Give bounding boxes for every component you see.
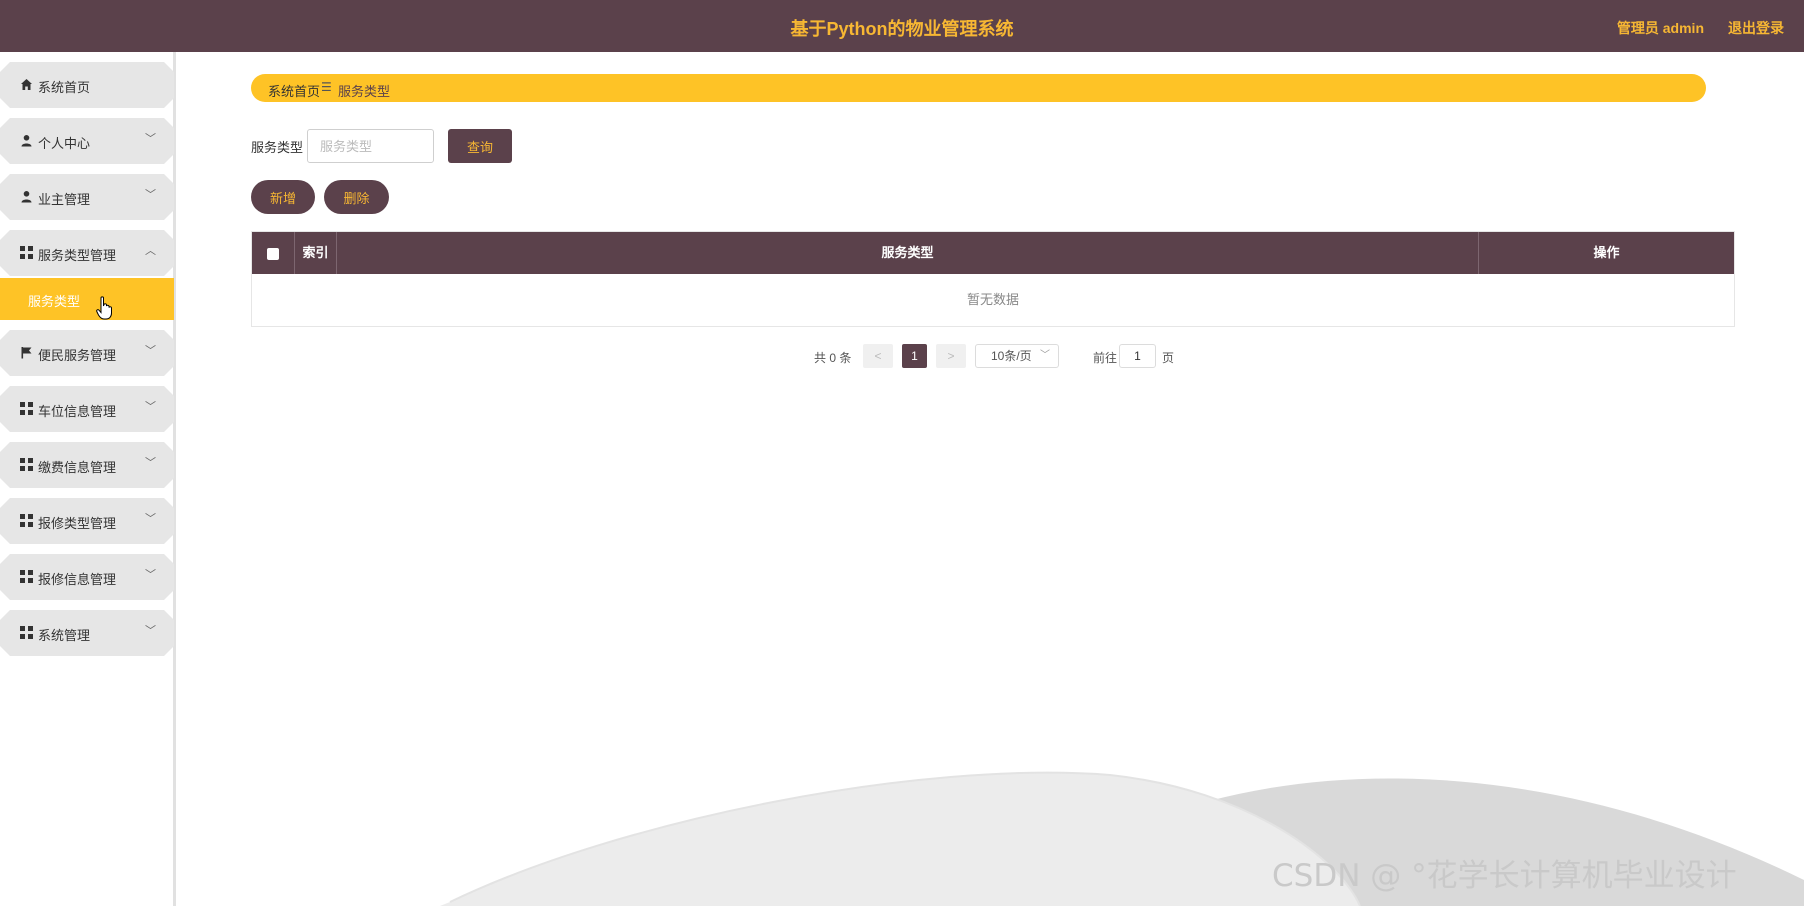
sidebar-item-label: 服务类型管理 bbox=[38, 248, 117, 263]
add-button[interactable]: 新增 bbox=[251, 180, 315, 214]
delete-button[interactable]: 删除 bbox=[324, 180, 389, 214]
sidebar-item-repair-type-management[interactable]: 报修类型管理 ﹀ bbox=[0, 498, 174, 544]
sidebar-item-label: 报修类型管理 bbox=[38, 516, 117, 531]
chevron-down-icon: ﹀ bbox=[1040, 350, 1050, 361]
sidebar-item-payment-management[interactable]: 缴费信息管理 ﹀ bbox=[0, 442, 174, 488]
sidebar-item-label: 系统首页 bbox=[38, 80, 91, 95]
sidebar-item-parking-management[interactable]: 车位信息管理 ﹀ bbox=[0, 386, 174, 432]
sidebar-item-label: 报修信息管理 bbox=[38, 572, 117, 587]
person-icon bbox=[21, 135, 32, 147]
pagination-page-button[interactable]: 1 bbox=[902, 344, 927, 368]
sidebar-item-label: 缴费信息管理 bbox=[38, 460, 117, 475]
breadcrumb-separator-icon: ☰ bbox=[321, 80, 332, 94]
table-empty-text: 暂无数据 bbox=[966, 292, 1019, 307]
grid-icon bbox=[20, 626, 33, 639]
sidebar-item-label: 系统管理 bbox=[38, 628, 91, 643]
page-size-select[interactable]: 10条/页 ﹀ bbox=[975, 344, 1059, 368]
chevron-down-icon: ﹀ bbox=[145, 189, 156, 201]
sidebar-item-home[interactable]: 系统首页 bbox=[0, 62, 174, 108]
chevron-down-icon: ﹀ bbox=[145, 457, 156, 469]
grid-icon bbox=[20, 458, 33, 471]
person-icon bbox=[21, 191, 32, 203]
sidebar-item-system-management[interactable]: 系统管理 ﹀ bbox=[0, 610, 174, 656]
breadcrumb-current: 服务类型 bbox=[338, 84, 391, 99]
chevron-down-icon: ﹀ bbox=[145, 625, 156, 637]
app-title: 基于Python的物业管理系统 bbox=[790, 19, 1014, 39]
pagination-page-unit: 页 bbox=[1162, 351, 1175, 365]
current-user: 管理员 admin bbox=[1616, 20, 1704, 36]
grid-icon bbox=[20, 402, 33, 415]
data-table: 索引 服务类型 操作 暂无数据 bbox=[251, 231, 1735, 327]
pagination-goto-label: 前往 bbox=[1093, 351, 1118, 365]
table-header: 索引 服务类型 操作 bbox=[252, 232, 1734, 274]
pagination-total: 共 0 条 bbox=[814, 351, 852, 365]
pagination-jump-input[interactable] bbox=[1119, 344, 1156, 368]
chevron-down-icon: ﹀ bbox=[145, 569, 156, 581]
search-label: 服务类型 bbox=[251, 140, 304, 155]
sidebar-subitem-service-type[interactable]: 服务类型 bbox=[0, 278, 174, 320]
chevron-down-icon: ﹀ bbox=[145, 133, 156, 145]
pagination-prev-button[interactable]: < bbox=[863, 344, 893, 368]
watermark: CSDN @ °花学长计算机毕业设计 bbox=[1272, 858, 1737, 894]
sidebar-item-label: 业主管理 bbox=[38, 192, 91, 207]
breadcrumb: 系统首页 ☰ 服务类型 bbox=[251, 74, 1706, 102]
column-header-operation: 操作 bbox=[1593, 245, 1620, 260]
grid-icon bbox=[20, 570, 33, 583]
sidebar: 系统首页 个人中心 ﹀ 业主管理 ﹀ 服务类型管理 ︿ 服务类型 便民服务管理 … bbox=[0, 52, 176, 906]
sidebar-item-personal-center[interactable]: 个人中心 ﹀ bbox=[0, 118, 174, 164]
column-header-service-type: 服务类型 bbox=[337, 232, 1479, 274]
sidebar-item-label: 车位信息管理 bbox=[38, 404, 117, 419]
page-size-value: 10条/页 bbox=[991, 349, 1032, 363]
top-navbar: 基于Python的物业管理系统 管理员 admin 退出登录 bbox=[0, 0, 1804, 52]
column-header-index: 索引 bbox=[295, 232, 337, 274]
background-decoration bbox=[440, 771, 1804, 906]
search-input[interactable] bbox=[307, 129, 434, 163]
sidebar-item-repair-info-management[interactable]: 报修信息管理 ﹀ bbox=[0, 554, 174, 600]
select-all-checkbox[interactable] bbox=[267, 247, 279, 260]
chevron-up-icon: ︿ bbox=[145, 245, 156, 257]
logout-link[interactable]: 退出登录 bbox=[1728, 18, 1784, 38]
chevron-down-icon: ﹀ bbox=[145, 513, 156, 525]
hand-cursor-icon bbox=[96, 296, 112, 320]
sidebar-item-label: 个人中心 bbox=[38, 136, 91, 151]
home-icon bbox=[21, 79, 32, 90]
sidebar-subitem-label: 服务类型 bbox=[28, 294, 81, 309]
pagination: 共 0 条 < 1 > 10条/页 ﹀ 前往 页 bbox=[0, 344, 1804, 368]
sidebar-item-owner-management[interactable]: 业主管理 ﹀ bbox=[0, 174, 174, 220]
sidebar-item-service-type-management[interactable]: 服务类型管理 ︿ bbox=[0, 230, 174, 276]
pagination-next-button[interactable]: > bbox=[936, 344, 966, 368]
grid-icon bbox=[20, 514, 33, 527]
chevron-down-icon: ﹀ bbox=[145, 401, 156, 413]
column-select-all bbox=[252, 232, 295, 274]
breadcrumb-home[interactable]: 系统首页 bbox=[268, 81, 320, 100]
grid-icon bbox=[20, 246, 33, 259]
query-button[interactable]: 查询 bbox=[448, 129, 512, 163]
